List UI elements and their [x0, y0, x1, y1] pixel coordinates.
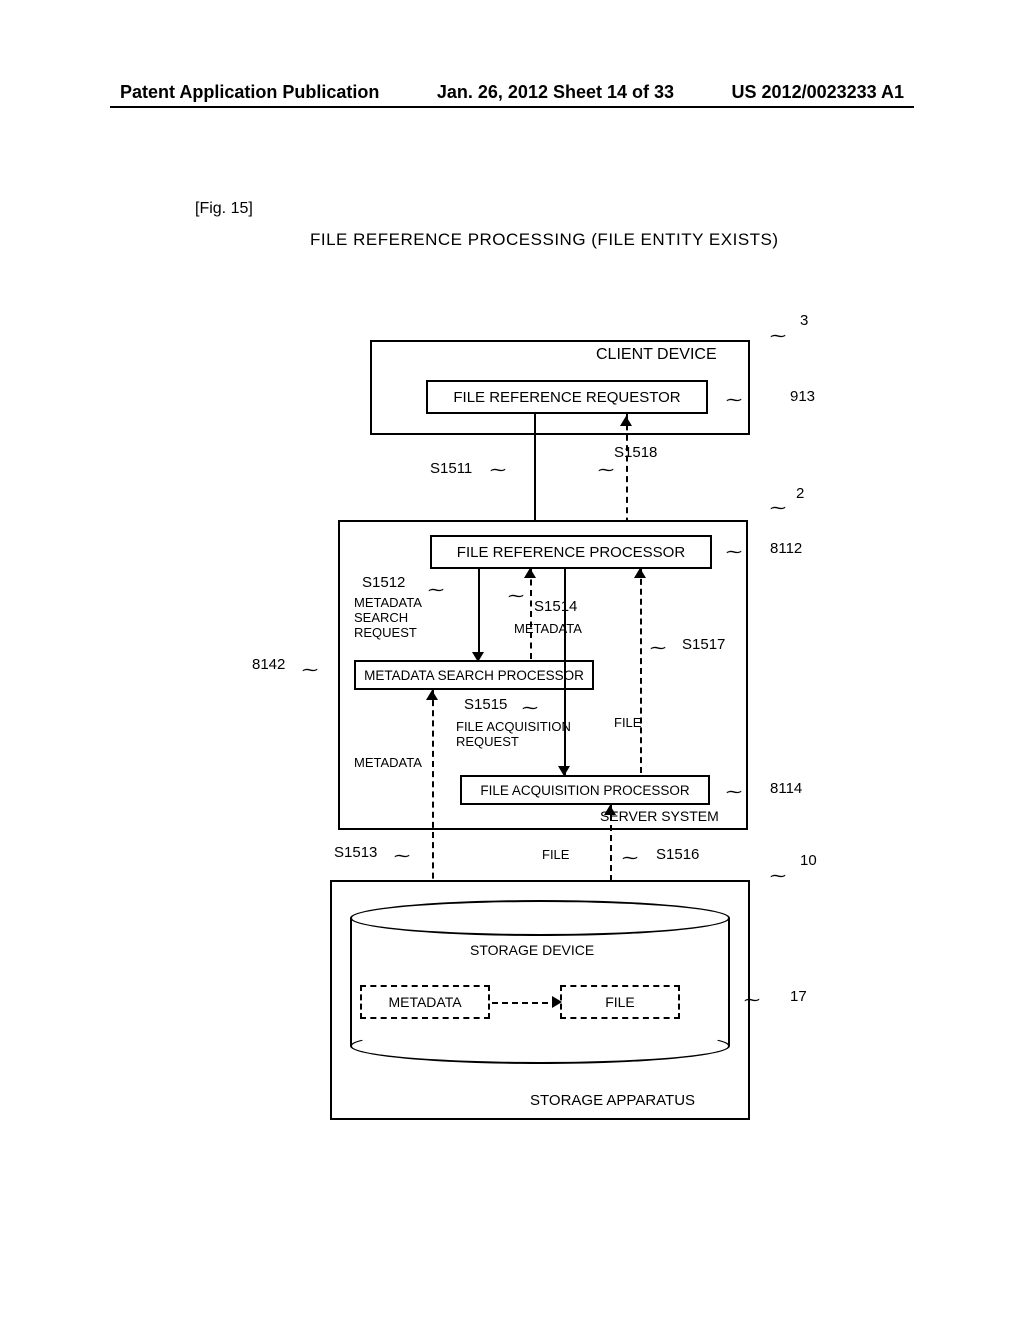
file-reference-requestor-box: FILE REFERENCE REQUESTOR [426, 380, 708, 414]
arrow-up-icon [426, 690, 438, 700]
metadata-label: METADATA [514, 622, 582, 637]
leader-icon: ⁓ [770, 866, 786, 886]
leader-icon: ⁓ [598, 460, 614, 480]
leader-icon: ⁓ [726, 782, 742, 802]
leader-icon: ⁓ [650, 638, 666, 658]
metadata-search-request-label: METADATA SEARCH REQUEST [354, 596, 422, 641]
leader-icon: ⁓ [508, 586, 524, 606]
step-s1516: S1516 [656, 846, 699, 863]
arrow-line [478, 569, 480, 659]
metadata-side-label: METADATA [354, 756, 422, 771]
client-ref-num: 3 [800, 312, 808, 329]
file-label-s1516: FILE [542, 848, 569, 863]
step-s1514: S1514 [534, 598, 577, 615]
leader-icon: ⁓ [394, 846, 410, 866]
file-cell: FILE [560, 985, 680, 1019]
header-divider [110, 106, 914, 108]
storage-device-ref: 17 [790, 988, 807, 1005]
step-s1511: S1511 [430, 460, 472, 477]
file-reference-processor-box: FILE REFERENCE PROCESSOR [430, 535, 712, 569]
storage-device-label: STORAGE DEVICE [470, 942, 594, 958]
storage-device-cylinder [350, 900, 730, 1064]
leader-icon: ⁓ [726, 542, 742, 562]
file-ref-proc-ref: 8112 [770, 540, 802, 557]
figure-title: FILE REFERENCE PROCESSING (FILE ENTITY E… [310, 230, 779, 250]
arrow-up-icon [634, 568, 646, 578]
arrow-up-icon [620, 416, 632, 426]
server-ref-num: 2 [796, 485, 804, 502]
leader-icon: ⁓ [726, 390, 742, 410]
arrow-line [640, 569, 642, 773]
header-right: US 2012/0023233 A1 [732, 82, 904, 103]
leader-icon: ⁓ [744, 990, 760, 1010]
arrow-right-icon [552, 996, 562, 1008]
figure-label: [Fig. 15] [195, 200, 253, 218]
file-acq-proc-ref: 8114 [770, 780, 802, 797]
leader-icon: ⁓ [302, 660, 318, 680]
arrow-line [534, 414, 536, 534]
metadata-search-processor-box: METADATA SEARCH PROCESSOR [354, 660, 594, 690]
file-acquisition-processor-box: FILE ACQUISITION PROCESSOR [460, 775, 710, 805]
step-s1515: S1515 [464, 696, 507, 713]
leader-icon: ⁓ [770, 498, 786, 518]
step-s1517: S1517 [682, 636, 725, 653]
server-system-label: SERVER SYSTEM [600, 808, 719, 824]
storage-apparatus-label: STORAGE APPARATUS [530, 1092, 695, 1109]
header-left: Patent Application Publication [120, 82, 379, 103]
file-label-s1517: FILE [614, 716, 641, 731]
arrow-up-icon [524, 568, 536, 578]
leader-icon: ⁓ [522, 698, 538, 718]
arrow-up-icon [604, 805, 616, 815]
step-s1518: S1518 [614, 444, 657, 461]
header-center: Jan. 26, 2012 Sheet 14 of 33 [437, 82, 674, 103]
leader-icon: ⁓ [490, 460, 506, 480]
storage-ref-num: 10 [800, 852, 817, 869]
arrow-line [626, 414, 628, 534]
arrow-line [530, 569, 532, 659]
leader-icon: ⁓ [622, 848, 638, 868]
meta-search-proc-ref: 8142 [252, 656, 285, 673]
metadata-cell: METADATA [360, 985, 490, 1019]
leader-icon: ⁓ [428, 580, 444, 600]
leader-icon: ⁓ [770, 326, 786, 346]
client-device-title: CLIENT DEVICE [596, 346, 717, 364]
file-acquisition-request-label: FILE ACQUISITION REQUEST [456, 720, 571, 750]
step-s1512: S1512 [362, 574, 405, 591]
step-s1513: S1513 [334, 844, 377, 861]
requestor-ref-num: 913 [790, 388, 815, 405]
arrow-line [492, 1002, 558, 1004]
